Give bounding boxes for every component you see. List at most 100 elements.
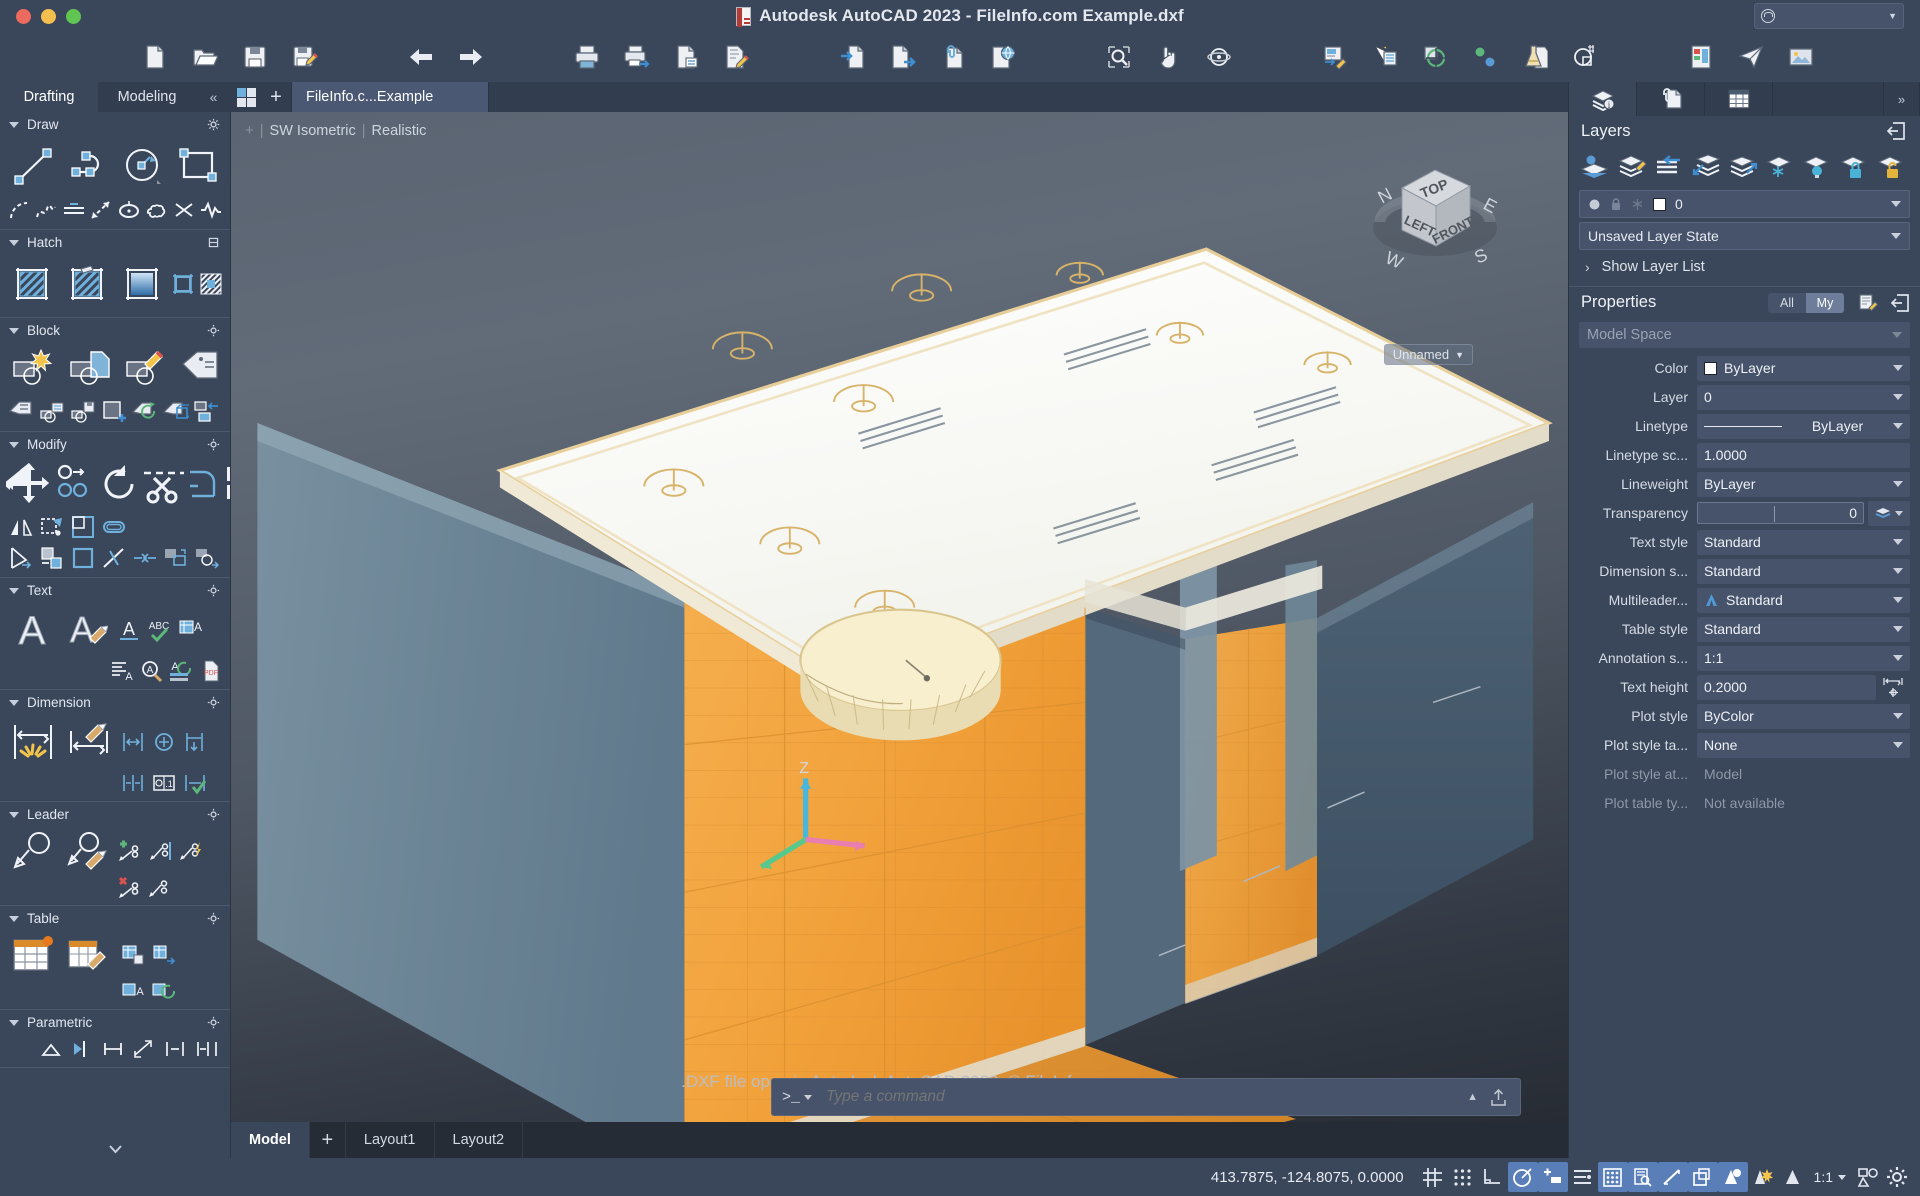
- single-line-text-icon[interactable]: A: [114, 617, 143, 643]
- aligned-constraint-icon[interactable]: [130, 1036, 159, 1062]
- table-style-dropdown[interactable]: Standard: [1697, 617, 1910, 642]
- layer-off-icon[interactable]: [1799, 150, 1834, 182]
- sync-attributes-icon[interactable]: [130, 398, 159, 426]
- snap-mode-toggle[interactable]: [1448, 1162, 1478, 1192]
- annotation-visibility-toggle[interactable]: [1628, 1162, 1658, 1192]
- dynamic-ucs-toggle[interactable]: [1778, 1162, 1808, 1192]
- block-properties-icon[interactable]: [37, 398, 66, 426]
- layout1-tab[interactable]: Layout1: [346, 1122, 435, 1158]
- text-height-pick-button[interactable]: [1876, 675, 1910, 700]
- stretch-icon[interactable]: [37, 512, 66, 542]
- panel-text-header[interactable]: Text: [0, 578, 230, 603]
- share-icon[interactable]: [1486, 1085, 1510, 1109]
- properties-button[interactable]: [1310, 34, 1360, 80]
- quick-select-button[interactable]: [1360, 34, 1410, 80]
- color-dropdown[interactable]: ByLayer: [1697, 356, 1910, 381]
- multileader-style-dropdown[interactable]: Standard: [1697, 588, 1910, 613]
- hatch-icon[interactable]: [6, 256, 59, 312]
- auto-constrain-icon[interactable]: [37, 1036, 66, 1062]
- zoom-window-button[interactable]: [1094, 34, 1144, 80]
- gear-icon[interactable]: [207, 236, 220, 249]
- join-icon[interactable]: [130, 544, 159, 572]
- chevron-down-icon[interactable]: [804, 1095, 812, 1100]
- break-icon[interactable]: [99, 544, 128, 572]
- save-button[interactable]: [230, 34, 280, 80]
- table-sync-icon[interactable]: [149, 980, 178, 1004]
- redo-button[interactable]: [446, 34, 496, 80]
- tab-layers[interactable]: i: [1569, 82, 1637, 116]
- mirror-icon[interactable]: [6, 512, 35, 542]
- edit-block-icon[interactable]: [119, 344, 173, 396]
- panel-dimension-header[interactable]: Dimension: [0, 690, 230, 715]
- send-button[interactable]: [1726, 34, 1776, 80]
- layer-freeze-icon[interactable]: [1762, 150, 1797, 182]
- ellipse-icon[interactable]: [116, 196, 142, 224]
- detach-panel-icon[interactable]: [1890, 293, 1910, 313]
- table-cell-icon[interactable]: [118, 943, 147, 967]
- rectangle-icon[interactable]: [171, 138, 224, 194]
- multiline-text-icon[interactable]: A: [6, 604, 58, 656]
- double-chevron-right-icon[interactable]: »: [1884, 82, 1920, 116]
- osnap-track-icon-button[interactable]: [1568, 1162, 1598, 1192]
- find-text-icon[interactable]: A: [138, 658, 165, 684]
- layout2-tab[interactable]: Layout2: [435, 1122, 524, 1158]
- panel-parametric-header[interactable]: Parametric: [0, 1010, 230, 1035]
- plot-style-table-dropdown[interactable]: None: [1697, 733, 1910, 758]
- insert-block-icon[interactable]: [62, 344, 116, 396]
- gear-icon[interactable]: [207, 584, 220, 597]
- scale-icon[interactable]: [68, 512, 97, 542]
- add-leader-icon[interactable]: [114, 839, 143, 863]
- slider-thumb[interactable]: [1774, 506, 1775, 522]
- screenshot-button[interactable]: [1776, 34, 1826, 80]
- annotation-scale-dropdown[interactable]: 1:1: [1697, 646, 1910, 671]
- viewcube[interactable]: N E S W TOP LEFT FRONT: [1360, 142, 1510, 292]
- construction-line-icon[interactable]: [61, 196, 87, 224]
- table-style-icon[interactable]: [62, 932, 116, 978]
- trim-scissors-icon[interactable]: [142, 458, 186, 510]
- geometric-constraint-icon[interactable]: [68, 1036, 97, 1062]
- align-leader-icon[interactable]: [145, 839, 174, 863]
- lineweight-dropdown[interactable]: ByLayer: [1697, 472, 1910, 497]
- move-icon[interactable]: [6, 458, 52, 510]
- transparency-bylayer-button[interactable]: [1868, 501, 1910, 526]
- undo-button[interactable]: [396, 34, 446, 80]
- open-drawing-button[interactable]: [180, 34, 230, 80]
- polyline-icon[interactable]: [61, 138, 114, 194]
- orbit-button[interactable]: [1194, 34, 1244, 80]
- model-tab[interactable]: Model: [231, 1122, 310, 1158]
- grid-display-toggle[interactable]: [1418, 1162, 1448, 1192]
- layer-unisolate-icon[interactable]: [1725, 150, 1760, 182]
- create-block-icon[interactable]: [6, 344, 60, 396]
- 3d-align-icon[interactable]: [37, 544, 66, 572]
- plot-style-dropdown[interactable]: ByColor: [1697, 704, 1910, 729]
- dim-update-icon[interactable]: [180, 770, 209, 796]
- ribbon-scroll-down[interactable]: [0, 1140, 230, 1158]
- command-line[interactable]: >_ ▲: [771, 1078, 1521, 1116]
- text-height-input[interactable]: 0.2000: [1697, 675, 1876, 700]
- boundary-icon[interactable]: [170, 271, 196, 298]
- new-document-tab-button[interactable]: +: [261, 82, 291, 112]
- pan-button[interactable]: [1144, 34, 1194, 80]
- polar-tracking-toggle[interactable]: [1508, 1162, 1538, 1192]
- cursor-coordinates[interactable]: 413.7875, -124.8075, 0.0000: [1197, 1169, 1418, 1186]
- continue-dim-icon[interactable]: [118, 770, 147, 796]
- block-replace-icon[interactable]: [192, 398, 221, 426]
- linetype-dropdown[interactable]: ByLayer: [1697, 414, 1910, 439]
- spell-check-icon[interactable]: ABC: [145, 617, 174, 643]
- center-mark-icon[interactable]: [149, 729, 178, 755]
- fillet-icon[interactable]: [188, 458, 222, 510]
- layer-previous-icon[interactable]: [1651, 150, 1686, 182]
- layer-properties-icon[interactable]: [1577, 150, 1612, 182]
- isodraft-toggle[interactable]: [1538, 1162, 1568, 1192]
- point-cloud-button[interactable]: [1460, 34, 1510, 80]
- extend-icon[interactable]: [6, 544, 35, 572]
- dimension-icon[interactable]: [6, 716, 60, 768]
- line-icon[interactable]: [6, 138, 59, 194]
- edit-properties-icon[interactable]: [1858, 293, 1878, 313]
- purge-button[interactable]: [1510, 34, 1560, 80]
- filter-all-button[interactable]: All: [1768, 293, 1806, 313]
- attach-button[interactable]: [928, 34, 978, 80]
- circle-icon[interactable]: [116, 138, 169, 194]
- chamfer-icon[interactable]: [161, 544, 190, 572]
- text-table-icon[interactable]: A: [176, 617, 205, 643]
